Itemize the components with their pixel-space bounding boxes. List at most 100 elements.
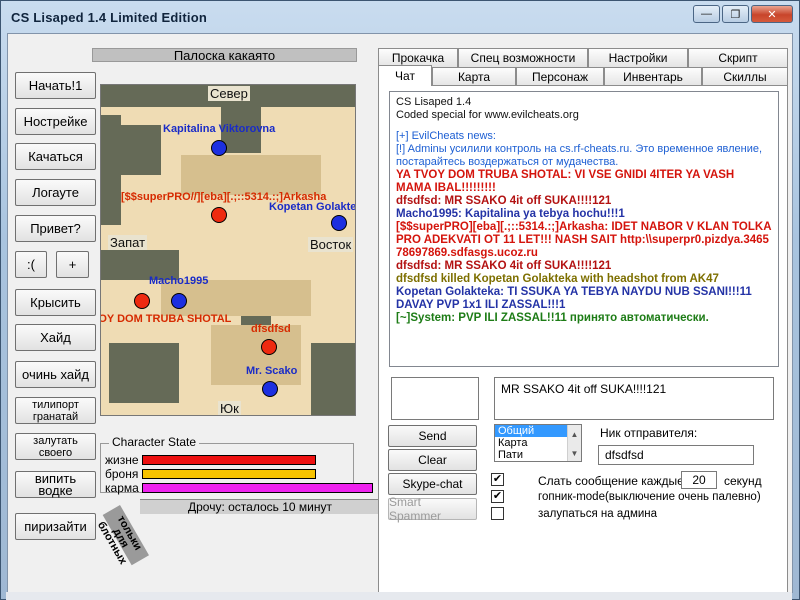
start-button[interactable]: Начать!1 bbox=[15, 72, 96, 99]
chat-message bbox=[396, 122, 772, 130]
tab-special[interactable]: Спец возможности bbox=[458, 48, 588, 67]
player-marker-red[interactable] bbox=[261, 339, 277, 355]
chat-message: [~]System: PVP ILI ZASSAL!!11 принято ав… bbox=[396, 312, 709, 324]
hello-button[interactable]: Привет? bbox=[15, 215, 96, 242]
send-button[interactable]: Send bbox=[388, 425, 477, 447]
skype-chat-button[interactable]: Skype-chat bbox=[388, 473, 477, 495]
gopnik-mode-checkbox[interactable]: ✔ bbox=[491, 490, 504, 503]
grenade-teleport-button[interactable]: тилипорт гранатай bbox=[15, 397, 96, 424]
player-marker-red[interactable] bbox=[211, 207, 227, 223]
chat-message: Coded special for www.evilcheats.org bbox=[396, 109, 579, 121]
sad-button[interactable]: :( bbox=[15, 251, 47, 278]
sender-nick-input[interactable]: dfsdfsd bbox=[598, 445, 754, 465]
player-label: Kapitalina Viktorovna bbox=[163, 123, 276, 135]
chat-message: [$$superPRO][eba][.;::5314.:;]Arkasha: I… bbox=[396, 221, 772, 259]
window-title: CS Lisaped 1.4 Limited Edition bbox=[11, 10, 207, 25]
bottom-strip bbox=[6, 592, 792, 600]
map-wall bbox=[109, 343, 179, 403]
chat-message: [+] EvilCheats news: bbox=[396, 130, 496, 142]
map-wall bbox=[311, 343, 355, 415]
karma-label: карма bbox=[105, 480, 139, 495]
chat-message: dfsdfsd: MR SSAKO 4it off SUKA!!!!121 bbox=[396, 195, 612, 207]
chat-message: YA TVOY DOM TRUBA SHOTAL: VI VSE GNIDI 4… bbox=[396, 169, 735, 194]
armor-bar bbox=[142, 468, 316, 479]
character-state-legend: Character State bbox=[109, 435, 200, 449]
chat-extra-input[interactable] bbox=[391, 377, 479, 420]
armor-row: броня bbox=[105, 466, 316, 481]
tab-settings[interactable]: Настройки bbox=[588, 48, 688, 67]
app-window: CS Lisaped 1.4 Limited Edition — ❐ ✕ Нач… bbox=[0, 0, 800, 600]
header-progress-bar: Палоска какаято bbox=[92, 48, 357, 63]
player-marker-blue[interactable] bbox=[171, 293, 187, 309]
health-bar bbox=[142, 454, 316, 465]
maximize-button[interactable]: ❐ bbox=[722, 5, 749, 23]
tab-inventory[interactable]: Инвентарь bbox=[604, 67, 702, 86]
progress-label: Палоска какаято bbox=[173, 48, 276, 63]
tab-skills[interactable]: Скиллы bbox=[702, 67, 788, 86]
reconnect-button[interactable]: пиризайти bbox=[15, 513, 96, 540]
health-label: жизне bbox=[105, 452, 139, 467]
tab-character[interactable]: Персонаж bbox=[516, 67, 604, 86]
chat-message: [!] Adminы усилили контроль на cs.rf-che… bbox=[396, 143, 763, 168]
player-marker-red[interactable] bbox=[134, 293, 150, 309]
loot-teammate-button[interactable]: залутать своего bbox=[15, 433, 96, 460]
minimize-button[interactable]: — bbox=[693, 5, 720, 23]
player-label: Kopetan Golakteka bbox=[269, 201, 356, 213]
player-label: Mr. Scako bbox=[246, 365, 298, 377]
very-hide-button[interactable]: очинь хайд bbox=[15, 361, 96, 388]
repeat-message-checkbox[interactable]: ✔ bbox=[491, 473, 504, 486]
clear-button[interactable]: Clear bbox=[388, 449, 477, 471]
karma-row: карма bbox=[105, 480, 373, 495]
channel-listbox[interactable]: Общий Карта Пати ▲ ▼ bbox=[494, 424, 582, 462]
chat-message: dfsdfsd: MR SSAKO 4it off SUKA!!!!121 bbox=[396, 260, 612, 272]
channel-option[interactable]: Общий bbox=[495, 425, 567, 437]
tab-script[interactable]: Скрипт bbox=[688, 48, 788, 67]
player-label: VOY DOM TRUBA SHOTAL bbox=[100, 313, 232, 325]
rat-button[interactable]: Крысить bbox=[15, 289, 96, 316]
channel-option[interactable]: Пати bbox=[495, 449, 567, 461]
map-west-label: Запат bbox=[108, 235, 148, 250]
radar-map[interactable]: Север Запат Восток Юк Kapitalina Viktoro… bbox=[100, 84, 356, 416]
player-marker-blue[interactable] bbox=[331, 215, 347, 231]
armor-label: броня bbox=[105, 466, 139, 481]
player-marker-blue[interactable] bbox=[211, 140, 227, 156]
map-north-label: Север bbox=[208, 86, 250, 101]
chat-message: Kopetan Golakteka: TI SSUKA YA TEBYA NAY… bbox=[396, 286, 752, 311]
plus-button[interactable]: + bbox=[56, 251, 89, 278]
close-button[interactable]: ✕ bbox=[751, 5, 793, 23]
download-button[interactable]: Качаться bbox=[15, 143, 96, 170]
sender-label: Ник отправителя: bbox=[600, 426, 698, 440]
admin-checkbox[interactable] bbox=[491, 507, 504, 520]
drink-vodka-button[interactable]: випить водке bbox=[15, 471, 96, 498]
login-button[interactable]: Логауте bbox=[15, 179, 96, 206]
window-controls: — ❐ ✕ bbox=[693, 5, 793, 23]
health-row: жизне bbox=[105, 452, 316, 467]
channel-option[interactable]: Карта bbox=[495, 437, 567, 449]
player-label: Macho1995 bbox=[149, 275, 209, 287]
player-label: dfsdfsd bbox=[251, 323, 291, 335]
client-area: Начать!1 Нострейке Качаться Логауте Прив… bbox=[7, 33, 793, 593]
tab-chat[interactable]: Чат bbox=[378, 65, 432, 86]
karma-bar bbox=[142, 482, 373, 493]
repeat-seconds-input[interactable]: 20 bbox=[681, 471, 717, 489]
gopnik-mode-label: гопник-mode(выключение очень палевно) bbox=[538, 491, 761, 503]
map-wall bbox=[101, 115, 121, 225]
player-marker-blue[interactable] bbox=[262, 381, 278, 397]
tab-map[interactable]: Карта bbox=[432, 67, 516, 86]
character-state-group: Character State жизне броня карма bbox=[100, 435, 373, 495]
chat-message: Macho1995: Kapitalina ya tebya hochu!!!1 bbox=[396, 208, 625, 220]
settings-button[interactable]: Нострейке bbox=[15, 108, 96, 135]
map-floor bbox=[181, 155, 321, 195]
chat-message: CS Lisaped 1.4 bbox=[396, 96, 472, 108]
repeat-suffix-label: секунд bbox=[724, 474, 762, 488]
titlebar[interactable]: CS Lisaped 1.4 Limited Edition — ❐ ✕ bbox=[1, 1, 799, 33]
status-bar: Дрочу: осталось 10 минут bbox=[140, 499, 380, 514]
smart-spammer-button: Smart Spammer bbox=[388, 495, 477, 523]
chat-log[interactable]: CS Lisaped 1.4 Coded special for www.evil… bbox=[389, 91, 779, 367]
repeat-prefix-label: Слать сообщение каждые bbox=[538, 474, 684, 488]
message-input[interactable]: MR SSAKO 4it off SUKA!!!!121 bbox=[494, 377, 774, 420]
hide-button[interactable]: Хайд bbox=[15, 324, 96, 351]
rotated-label: тольки для блотных bbox=[95, 505, 149, 567]
listbox-scrollbar[interactable]: ▲ ▼ bbox=[567, 425, 581, 461]
map-east-label: Восток bbox=[308, 237, 354, 252]
